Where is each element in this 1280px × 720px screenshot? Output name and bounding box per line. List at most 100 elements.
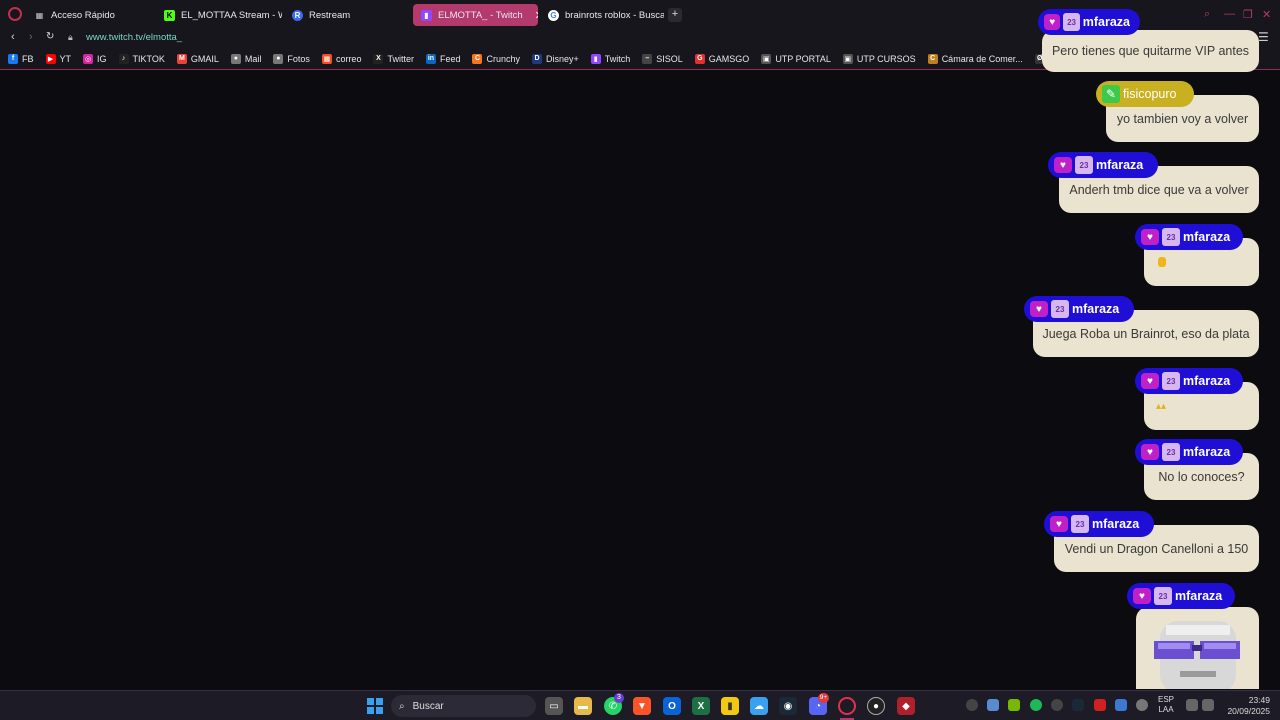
icloud-icon[interactable]: ☁ [750,697,768,715]
bookmark-10[interactable]: C Crunchy [472,53,520,64]
heart-badge-icon: ♥ [1141,444,1159,460]
bookmark-8[interactable]: X Twitter [373,53,414,64]
forward-icon[interactable]: › [29,31,33,43]
bookmark-17[interactable]: C Cámara de Comer... [927,53,1023,64]
heart-badge-icon: ♥ [1133,588,1151,604]
steam-tray-icon[interactable] [1072,699,1084,711]
bookmark-label: Mail [244,53,262,64]
network-icon[interactable] [1186,699,1198,711]
close-window-icon[interactable]: ✕ [1262,8,1271,21]
clock[interactable]: 23:49 20/09/2025 [1226,695,1270,717]
bookmark-14[interactable]: G GAMSGO [694,53,749,64]
page-icon: ▣ [842,53,853,64]
bookmark-11[interactable]: D Disney+ [532,53,579,64]
bookmark-label: Fotos [287,53,310,64]
tray-icon-8[interactable] [1115,699,1127,711]
bookmark-label: GMAIL [190,53,219,64]
chat-username-pill: ♥ 23 mfaraza [1135,368,1243,394]
bookmark-5[interactable]: ● Mail [230,53,262,64]
chat-username-pill: ♥ 23 mfaraza [1044,511,1154,537]
lang-bottom: LAA [1158,705,1174,714]
tab-restream[interactable]: R Restream [284,4,410,26]
bookmark-15[interactable]: ▣ UTP PORTAL [761,53,831,64]
file-explorer-icon[interactable]: ▬ [574,697,592,715]
desktop: ▦ Acceso Rápido K EL_MOTTAA Stream - Wa … [0,0,1280,720]
tab-elmotta-twitch[interactable]: ▮ ELMOTTA_ - Twitch ✕ [413,4,538,26]
reload-icon[interactable]: ↻ [46,31,54,42]
steam-icon[interactable]: ◉ [779,697,797,715]
opera-logo-icon[interactable] [8,7,22,21]
bookmark-12[interactable]: ▮ Twitch [590,53,630,64]
bookmark-label: Twitter [387,53,414,64]
menu-icon[interactable]: ☰ [1258,30,1269,44]
lang-top: ESP [1158,695,1175,704]
chat-username: mfaraza [1072,302,1120,316]
outlook-icon[interactable]: O [663,697,681,715]
language-indicator[interactable]: ESP LAA [1158,695,1174,715]
bookmark-0[interactable]: f FB [8,53,34,64]
tab-label: Acceso Rápido [51,9,115,21]
bookmark-6[interactable]: ● Fotos [273,53,310,64]
chat-text: Vendi un Dragon Canelloni a 150 [1064,541,1249,556]
heart-badge-icon: ♥ [1044,14,1061,30]
chat-username-pill: ♥ 23 mfaraza [1048,152,1158,178]
close-tab-icon[interactable]: ✕ [529,9,538,22]
task-view-icon[interactable]: ▭ [545,697,563,715]
chat-username: mfaraza [1183,230,1231,244]
tab-brainrots-roblox[interactable]: G brainrots roblox - Buscar c [540,4,664,26]
bookmark-4[interactable]: M GMAIL [176,53,219,64]
badge-23-icon: 23 [1162,372,1180,390]
brave-icon[interactable]: ▼ [633,697,651,715]
bookmark-7[interactable]: ▦ correo [321,53,362,64]
page-icon: ▣ [761,53,772,64]
excel-icon[interactable]: X [692,697,710,715]
heart-badge-icon: ♥ [1030,301,1048,317]
tab-label: Restream [309,9,351,21]
nvidia-icon[interactable] [1008,699,1020,711]
tray-icon-7[interactable] [1094,699,1106,711]
powerbi-icon[interactable]: ▮ [721,697,739,715]
bookmark-3[interactable]: ♪ TIKTOK [118,53,165,64]
chat-text: Pero tienes que quitarme VIP antes [1051,44,1250,58]
sword-badge-icon: ✎ [1102,85,1120,103]
tray-icon-2[interactable] [987,699,999,711]
gamsgo-icon: G [694,53,705,64]
lock-icon[interactable]: 🔒︎ [68,32,73,43]
obs-icon[interactable]: ● [867,697,885,715]
tab-label: brainrots roblox - Buscar c [565,9,664,21]
dash-icon: – [642,53,653,64]
badge-23-icon: 23 [1063,13,1080,31]
bookmark-9[interactable]: in Feed [425,53,460,64]
volume-icon[interactable] [1202,699,1214,711]
tray-icon-5[interactable] [1051,699,1063,711]
tab-el-mottaa-stream[interactable]: K EL_MOTTAA Stream - Wa [156,4,282,26]
microphone-icon[interactable] [1136,699,1148,711]
tray-icon-1[interactable] [966,699,978,711]
microsoft-icon: ▦ [321,53,332,64]
bookmark-16[interactable]: ▣ UTP CURSOS [842,53,916,64]
bookmark-label: Disney+ [546,53,579,64]
twitch-icon: ▮ [590,53,601,64]
new-tab-button[interactable]: + [668,8,682,22]
tab-acceso-rapido[interactable]: ▦ Acceso Rápido [26,4,152,26]
maximize-icon[interactable]: ❐ [1243,8,1253,21]
taskbar-search[interactable]: ⌕ Buscar [391,695,536,717]
spotify-icon[interactable] [1030,699,1042,711]
windows-start-icon[interactable] [366,697,384,715]
minimize-icon[interactable]: — [1224,8,1235,20]
url-field[interactable]: www.twitch.tv/elmotta_ [86,32,182,43]
bookmark-label: correo [335,53,362,64]
search-tabs-icon[interactable]: ⌕ [1204,8,1210,21]
bookmark-2[interactable]: ◎ IG [83,53,107,64]
bookmark-13[interactable]: – SISOL [642,53,683,64]
disney-icon: D [532,53,542,64]
bookmark-label: UTP CURSOS [856,53,916,64]
red-app-icon[interactable]: ◆ [897,697,915,715]
chat-bubble: Pero tienes que quitarme VIP antes [1042,30,1259,72]
back-icon[interactable]: ‹ [11,31,15,43]
opera-gx-icon[interactable] [838,697,856,715]
chat-text: yo tambien voy a volver [1116,111,1249,126]
chat-username-pill: ♥ 23 mfaraza [1135,439,1243,465]
bookmark-label: FB [22,53,34,64]
bookmark-1[interactable]: ▶ YT [45,53,71,64]
